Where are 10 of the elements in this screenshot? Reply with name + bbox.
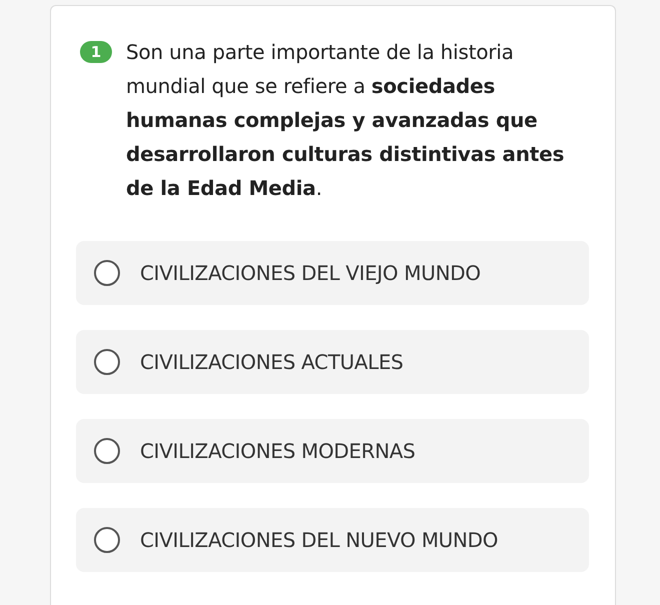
radio-button[interactable] xyxy=(94,527,120,553)
radio-button[interactable] xyxy=(94,438,120,464)
radio-button[interactable] xyxy=(94,349,120,375)
question-number-badge: 1 xyxy=(80,41,112,63)
radio-button[interactable] xyxy=(94,260,120,286)
answer-option[interactable]: CIVILIZACIONES DEL NUEVO MUNDO xyxy=(76,508,589,572)
answer-option[interactable]: CIVILIZACIONES ACTUALES xyxy=(76,330,589,394)
answer-option[interactable]: CIVILIZACIONES DEL VIEJO MUNDO xyxy=(76,241,589,305)
question-text: Son una parte importante de la historia mundial que se refiere a sociedades humanas complejas y avanzadas que desarrollaron culturas distintivas antes de la Edad Media. xyxy=(126,39,566,202)
answer-option[interactable]: CIVILIZACIONES MODERNAS xyxy=(76,419,589,483)
